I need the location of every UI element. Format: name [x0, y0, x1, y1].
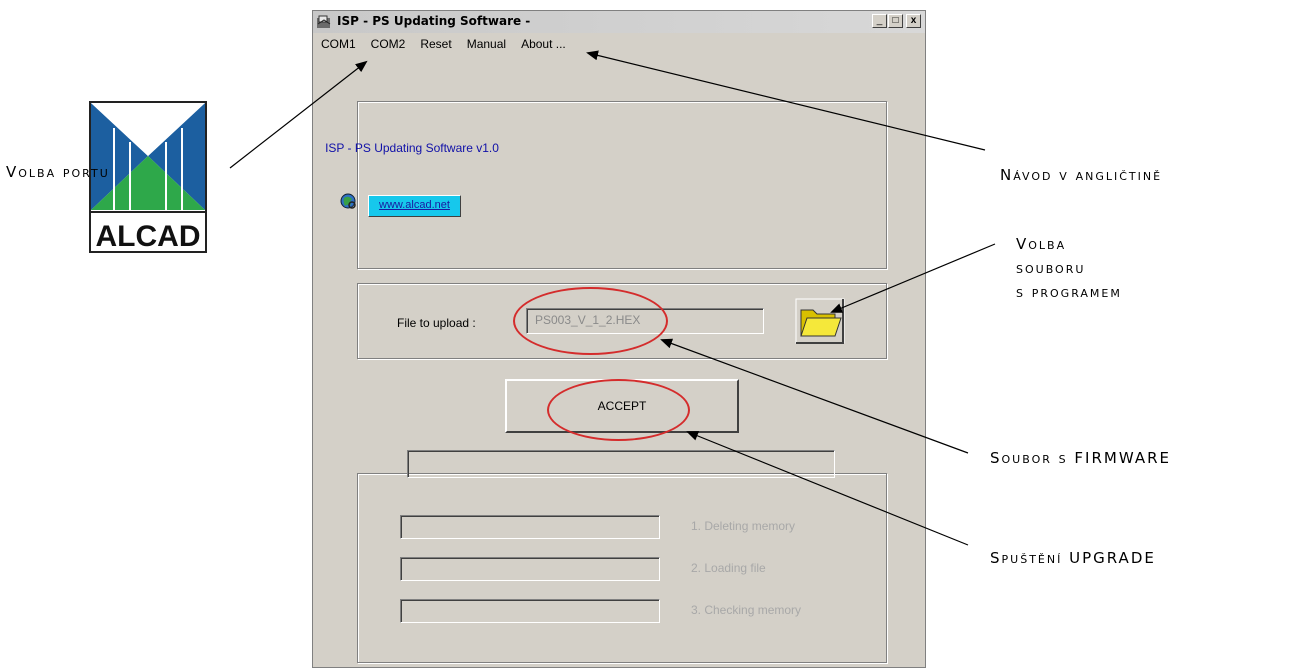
annotation-manual: Návod v angličtině — [1000, 166, 1163, 184]
folder-icon[interactable] — [795, 298, 845, 344]
menu-com1[interactable]: COM1 — [313, 33, 363, 53]
annotation-file-choice: Volba souboru s programem — [1016, 232, 1122, 304]
annotation-file-choice-line-3: s programem — [1016, 283, 1122, 301]
upload-progress-bar — [407, 450, 835, 478]
website-link-button[interactable]: www.alcad.net — [368, 195, 461, 217]
menu-reset[interactable]: Reset — [412, 33, 458, 53]
maximize-button[interactable]: □ — [888, 14, 903, 28]
step-2-progress — [400, 557, 660, 581]
app-icon — [317, 15, 331, 28]
highlight-ellipse-accept — [547, 379, 690, 441]
file-to-upload-label: File to upload : — [397, 316, 476, 330]
step-3-label: 3. Checking memory — [691, 603, 802, 617]
close-button[interactable]: x — [906, 14, 921, 28]
step-1-label: 1. Deleting memory — [691, 519, 796, 533]
step-1-progress — [400, 515, 660, 539]
annotation-file-choice-line-1: Volba — [1016, 235, 1067, 253]
menu-manual[interactable]: Manual — [459, 33, 513, 53]
step-3-progress — [400, 599, 660, 623]
menu-com2[interactable]: COM2 — [363, 33, 413, 53]
app-version-label: ISP - PS Updating Software v1.0 — [325, 141, 499, 155]
annotation-file-choice-line-2: souboru — [1016, 259, 1086, 277]
step-2-label: 2. Loading file — [691, 561, 766, 575]
logo-text: ALCAD — [96, 220, 201, 253]
annotation-upgrade: Spuštění UPGRADE — [990, 549, 1156, 567]
annotation-port: Volba portu — [6, 163, 110, 181]
menu-about[interactable]: About ... — [513, 33, 573, 53]
title-bar[interactable]: ISP - PS Updating Software - _ □ x — [313, 11, 925, 33]
globe-icon — [340, 193, 356, 209]
annotation-firmware: Soubor s FIRMWARE — [990, 449, 1171, 467]
window-title: ISP - PS Updating Software - — [337, 14, 531, 28]
header-group — [357, 101, 887, 269]
highlight-ellipse-file — [513, 287, 668, 355]
minimize-button[interactable]: _ — [872, 14, 887, 28]
menu-bar: COM1 COM2 Reset Manual About ... — [313, 33, 925, 53]
caption-buttons: _ □ x — [872, 14, 921, 28]
